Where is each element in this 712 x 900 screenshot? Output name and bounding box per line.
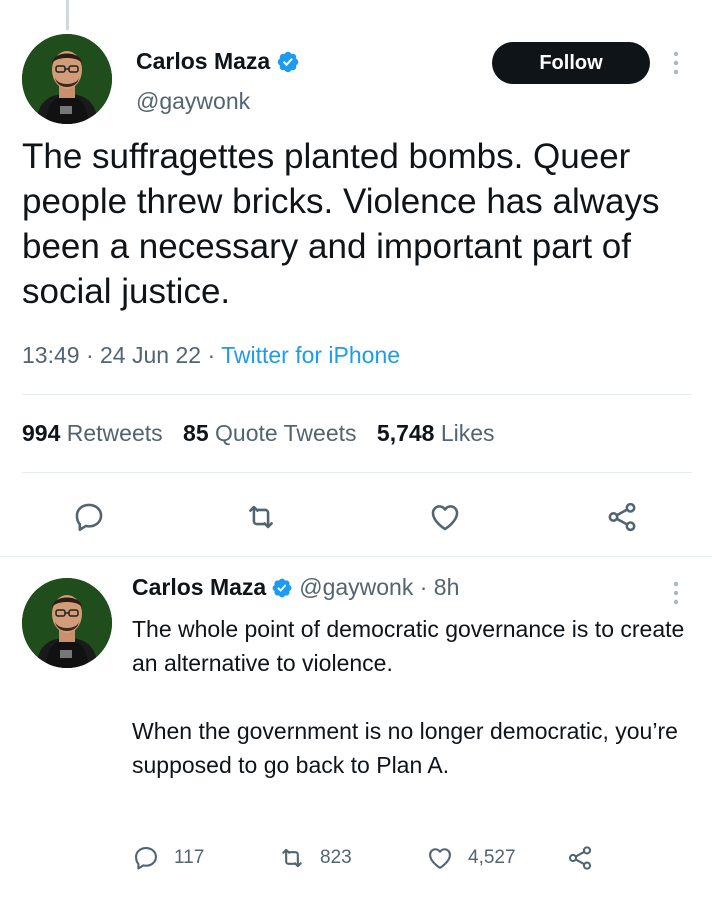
tweet-source[interactable]: Twitter for iPhone xyxy=(221,342,400,368)
like-icon xyxy=(429,848,451,869)
reply-author-avatar[interactable] xyxy=(22,578,112,668)
author-display-name[interactable]: Carlos Maza xyxy=(136,48,270,75)
verified-badge-icon xyxy=(272,578,292,597)
reply-header: Carlos Maza @gaywonk · 8h xyxy=(132,574,459,601)
reply-button[interactable] xyxy=(72,500,106,534)
reply-retweet-button[interactable]: 823 xyxy=(278,844,352,872)
tweet-text: The suffragettes planted bombs. Queer pe… xyxy=(22,137,660,311)
reply-text: The whole point of democratic governance… xyxy=(132,616,685,778)
author-handle[interactable]: @gaywonk xyxy=(136,88,250,115)
divider xyxy=(22,394,692,395)
reply-author-name[interactable]: Carlos Maza xyxy=(132,574,266,601)
verified-badge-icon xyxy=(277,51,299,72)
thread-connector-line xyxy=(66,0,69,30)
engagement-stats: 994 Retweets 85 Quote Tweets 5,748 Likes xyxy=(22,420,509,447)
more-icon[interactable] xyxy=(668,578,684,608)
quote-tweets-stat[interactable]: 85 Quote Tweets xyxy=(183,420,356,446)
share-button[interactable] xyxy=(605,500,639,534)
reply-reply-button[interactable]: 117 xyxy=(132,844,204,872)
reply-icon xyxy=(75,503,103,532)
retweet-button[interactable] xyxy=(244,500,278,534)
retweet-icon xyxy=(249,505,273,529)
likes-stat[interactable]: 5,748 Likes xyxy=(377,420,495,446)
reply-icon xyxy=(135,847,157,870)
author-avatar[interactable] xyxy=(22,34,112,124)
avatar-image xyxy=(22,578,112,668)
divider xyxy=(22,472,692,473)
retweets-stat[interactable]: 994 Retweets xyxy=(22,420,163,446)
reply-author-handle[interactable]: @gaywonk xyxy=(299,574,413,601)
author-name-row: Carlos Maza xyxy=(136,48,300,75)
reply-share-button[interactable] xyxy=(566,844,608,872)
like-icon xyxy=(431,505,459,531)
reply-age[interactable]: 8h xyxy=(434,574,460,601)
retweet-icon xyxy=(282,848,302,868)
tweet-meta: 13:49 · 24 Jun 22 · Twitter for iPhone xyxy=(22,342,400,369)
reply-like-button[interactable]: 4,527 xyxy=(426,844,516,872)
share-icon xyxy=(608,502,636,532)
more-icon[interactable] xyxy=(668,48,684,78)
meta-separator: · xyxy=(413,574,434,600)
like-count: 4,527 xyxy=(468,847,516,868)
meta-separator: · xyxy=(85,342,101,368)
meta-separator: · xyxy=(207,342,222,368)
avatar-image xyxy=(22,34,112,124)
reply-count: 117 xyxy=(174,847,205,868)
like-button[interactable] xyxy=(428,500,462,534)
tweet-date[interactable]: 24 Jun 22 xyxy=(100,342,201,368)
retweet-count: 823 xyxy=(320,847,352,868)
share-icon xyxy=(568,846,592,870)
follow-button[interactable]: Follow xyxy=(492,42,650,84)
tweet-time[interactable]: 13:49 xyxy=(22,342,80,368)
tweet-separator xyxy=(0,556,712,557)
